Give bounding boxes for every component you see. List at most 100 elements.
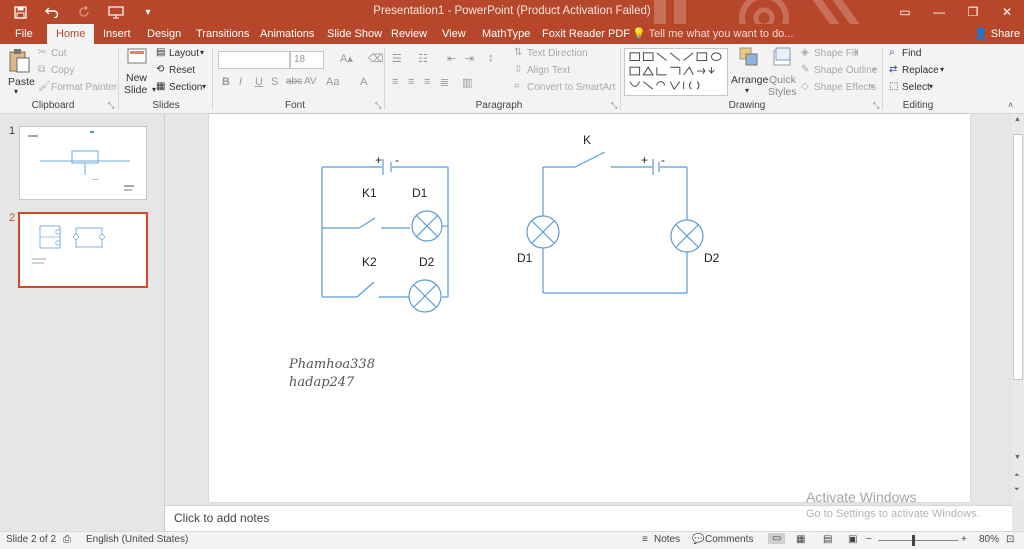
switch-k1-label: K1 — [362, 186, 377, 200]
spell-check-icon[interactable]: ⎙ — [63, 534, 71, 545]
font-color-button[interactable]: A — [360, 76, 367, 88]
increase-indent-icon[interactable]: ⇥ — [465, 52, 474, 65]
zoom-slider-handle[interactable] — [912, 535, 915, 546]
previous-slide-icon[interactable]: ⏶ — [1014, 472, 1020, 480]
align-left-icon[interactable]: ≡ — [392, 76, 398, 88]
tab-insert[interactable]: Insert — [103, 24, 131, 44]
start-from-beginning-icon[interactable] — [102, 2, 130, 22]
language-indicator[interactable]: English (United States) — [86, 534, 188, 545]
align-right-icon[interactable]: ≡ — [424, 76, 430, 88]
columns-icon[interactable]: ▥ — [462, 76, 472, 89]
clear-formatting-icon[interactable]: ⌫ — [368, 52, 384, 65]
underline-button[interactable]: U — [255, 76, 263, 88]
tab-design[interactable]: Design — [147, 24, 181, 44]
vertical-scrollbar[interactable]: ▲ ▼ ⏶ ⏷ — [1012, 114, 1024, 502]
replace-button[interactable]: ⇄ Replace ▾ — [889, 64, 953, 78]
customize-qat-icon[interactable]: ▾ — [134, 2, 162, 22]
decrease-indent-icon[interactable]: ⇤ — [447, 52, 456, 65]
tab-transitions[interactable]: Transitions — [196, 24, 249, 44]
zoom-slider[interactable] — [878, 540, 958, 541]
increase-font-icon[interactable]: A▴ — [340, 52, 353, 65]
tab-review[interactable]: Review — [391, 24, 427, 44]
zoom-out-icon[interactable]: − — [866, 534, 872, 545]
scroll-thumb[interactable] — [1013, 134, 1023, 380]
cut-button[interactable]: ✂ Cut — [38, 47, 98, 61]
slide-thumbnail-2[interactable] — [18, 212, 148, 288]
font-name-box[interactable] — [218, 51, 290, 69]
clipboard-launcher-icon[interactable]: ⤡ — [108, 101, 114, 111]
slide-thumbnail-1[interactable] — [19, 126, 147, 200]
reset-button[interactable]: ⟲ Reset — [156, 64, 206, 78]
tab-home[interactable]: Home — [47, 24, 95, 44]
bold-button[interactable]: B — [222, 76, 230, 88]
new-slide-button[interactable]: New Slide ▾ — [124, 47, 156, 97]
text-direction-button[interactable]: ⇅ Text Direction — [514, 47, 614, 61]
align-text-button[interactable]: ⇳ Align Text — [514, 64, 614, 78]
tab-mathtype[interactable]: MathType — [482, 24, 530, 44]
thumbnail-1-preview — [28, 131, 134, 191]
separator — [620, 48, 621, 110]
scroll-down-icon[interactable]: ▼ — [1014, 454, 1021, 461]
numbering-icon[interactable]: ☷ — [418, 52, 428, 65]
slide-show-icon[interactable]: ▣ — [848, 534, 857, 545]
section-button[interactable]: ▦ Section ▾ — [156, 81, 208, 95]
save-icon[interactable] — [6, 2, 34, 22]
line-spacing-icon[interactable]: ↕ — [488, 52, 494, 64]
tab-foxit-reader-pdf[interactable]: Foxit Reader PDF — [542, 24, 630, 44]
restore-icon[interactable]: ❐ — [956, 0, 990, 24]
align-center-icon[interactable]: ≡ — [408, 76, 414, 88]
change-case-button[interactable]: Aa — [326, 76, 339, 88]
shape-fill-button[interactable]: ◈ Shape Fill ▾ — [801, 47, 881, 61]
find-button[interactable]: ⌕ Find — [889, 47, 949, 61]
normal-view-icon[interactable]: ▭ — [768, 533, 786, 544]
justify-icon[interactable]: ≣ — [440, 76, 449, 89]
zoom-level[interactable]: 80% — [979, 534, 999, 545]
paintbrush-icon: 🖌 — [38, 81, 51, 92]
undo-icon[interactable] — [38, 2, 66, 22]
shadow-button[interactable]: S — [271, 76, 278, 88]
notes-toggle-icon[interactable]: ≡ — [642, 534, 648, 545]
tab-view[interactable]: View — [442, 24, 466, 44]
shape-effects-button[interactable]: ◇ Shape Effects ▾ — [801, 81, 881, 95]
layout-button[interactable]: ▤ Layout ▾ — [156, 47, 206, 61]
quick-styles-button[interactable]: Quick Styles — [768, 47, 798, 98]
share-label: Share — [990, 28, 1021, 40]
collapse-ribbon-icon[interactable]: ˄ — [1008, 100, 1013, 110]
tab-file[interactable]: File — [15, 24, 33, 44]
share-button[interactable]: 👤 Share — [974, 24, 1020, 44]
italic-button[interactable]: I — [239, 76, 242, 88]
shape-outline-button[interactable]: ✎ Shape Outline ▾ — [801, 64, 881, 78]
reading-view-icon[interactable]: ▤ — [823, 534, 832, 545]
redo-icon[interactable] — [70, 2, 98, 22]
convert-to-smartart-button[interactable]: ⌗ Convert to SmartArt — [514, 81, 620, 95]
character-spacing-button[interactable]: AV — [304, 76, 317, 87]
notes-toggle[interactable]: Notes — [654, 534, 680, 545]
copy-button[interactable]: ⧉ Copy — [38, 64, 98, 78]
drawing-launcher-icon[interactable]: ⤡ — [873, 101, 879, 111]
fit-slide-icon[interactable]: ⊡ — [1006, 534, 1014, 545]
shapes-gallery[interactable] — [624, 48, 728, 96]
reset-label: Reset — [169, 65, 196, 76]
format-painter-button[interactable]: 🖌 Format Painter — [38, 81, 117, 95]
bullets-icon[interactable]: ☰ — [392, 52, 402, 65]
font-launcher-icon[interactable]: ⤡ — [375, 101, 381, 111]
paste-button[interactable]: Paste ▾ — [6, 48, 35, 96]
next-slide-icon[interactable]: ⏷ — [1014, 486, 1020, 494]
scroll-up-icon[interactable]: ▲ — [1014, 116, 1021, 123]
select-button[interactable]: ⬚ Select ▾ — [889, 81, 949, 95]
strikethrough-button[interactable]: abc — [286, 76, 302, 87]
tab-slide-show[interactable]: Slide Show — [327, 24, 382, 44]
close-icon[interactable]: ✕ — [990, 0, 1024, 24]
slide-canvas[interactable]: + - K1 D1 K2 D2 K + - D1 D2 Phamhoa338 h… — [209, 114, 970, 502]
slide-sorter-icon[interactable]: ▦ — [796, 534, 805, 545]
tell-me-box[interactable]: 💡 Tell me what you want to do... — [632, 24, 793, 44]
font-size-box[interactable]: 18 — [290, 51, 324, 69]
paragraph-launcher-icon[interactable]: ⤡ — [611, 101, 617, 111]
zoom-in-icon[interactable]: + — [961, 534, 967, 545]
minimize-icon[interactable]: — — [922, 0, 956, 24]
arrange-button[interactable]: Arrange ▾ — [731, 47, 768, 97]
tab-animations[interactable]: Animations — [260, 24, 314, 44]
comments-toggle-icon[interactable]: 💬 — [692, 534, 704, 545]
comments-toggle[interactable]: Comments — [705, 534, 753, 545]
ribbon-display-options-icon[interactable]: ▭ — [888, 0, 922, 24]
